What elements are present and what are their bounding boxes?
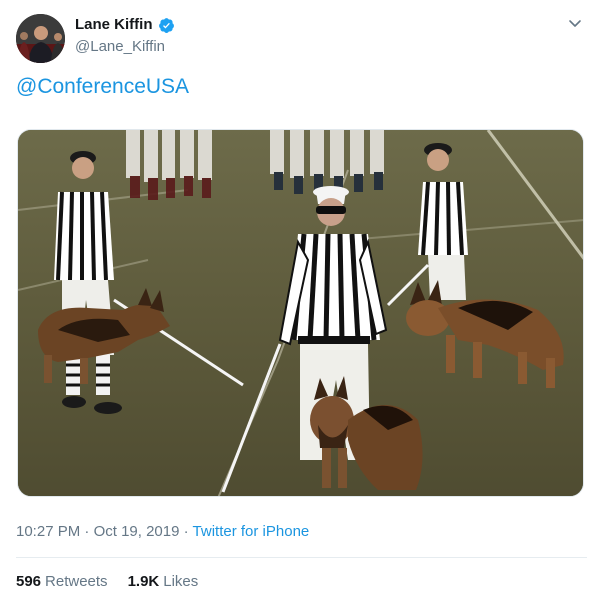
likes-stat[interactable]: 1.9K Likes xyxy=(128,572,199,592)
likes-label: Likes xyxy=(163,573,199,590)
avatar-image xyxy=(16,14,65,63)
meta-separator: · xyxy=(183,523,189,540)
tweet-text-mention[interactable]: @ConferenceUSA xyxy=(16,73,189,101)
meta-separator: · xyxy=(84,523,90,540)
avatar[interactable] xyxy=(16,14,65,63)
retweets-stat[interactable]: 596 Retweets xyxy=(16,572,108,592)
tweet-stats: 596 Retweets 1.9K Likes xyxy=(16,572,198,592)
tweet-media-photo[interactable] xyxy=(17,129,584,497)
name-row: Lane Kiffin xyxy=(75,15,175,35)
tweet-meta: 10:27 PM · Oct 19, 2019 · Twitter for iP… xyxy=(16,522,309,542)
retweets-count: 596 xyxy=(16,573,42,590)
tweet-card: Lane Kiffin @Lane_Kiffin @ConferenceUSA xyxy=(0,0,603,602)
divider xyxy=(16,557,587,558)
tweet-date[interactable]: Oct 19, 2019 xyxy=(94,523,180,540)
likes-count: 1.9K xyxy=(127,573,160,590)
tweet-time[interactable]: 10:27 PM xyxy=(16,523,80,540)
media-photo-illustration xyxy=(18,130,583,496)
display-name[interactable]: Lane Kiffin xyxy=(75,15,153,35)
retweets-label: Retweets xyxy=(45,573,108,590)
tweet-source-link[interactable]: Twitter for iPhone xyxy=(193,523,310,540)
handle[interactable]: @Lane_Kiffin xyxy=(75,37,175,57)
chevron-down-icon[interactable] xyxy=(567,15,583,31)
verified-badge-icon xyxy=(158,17,175,34)
author-block: Lane Kiffin @Lane_Kiffin xyxy=(75,15,175,57)
